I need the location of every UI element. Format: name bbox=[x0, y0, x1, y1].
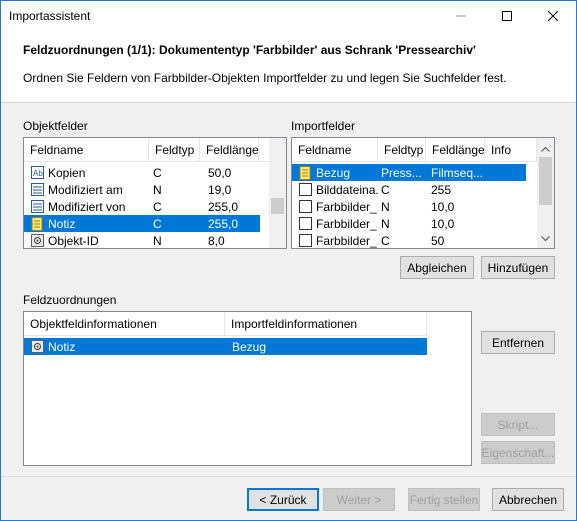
list-item[interactable]: Ab Kopien C 50,0 bbox=[24, 164, 269, 181]
list-item[interactable]: Farbbilder_... C 50 bbox=[292, 232, 537, 248]
minimize-button[interactable] bbox=[438, 1, 484, 31]
objektfelder-list[interactable]: Feldname Feldtyp Feldlänge Ab Kopien C 5… bbox=[23, 137, 287, 249]
list-item[interactable]: Farbbilder_... N 10,0 bbox=[292, 198, 537, 215]
date-field-icon bbox=[30, 200, 44, 214]
svg-text:Ab: Ab bbox=[33, 169, 43, 178]
cancel-button[interactable]: Abbrechen bbox=[492, 488, 564, 511]
col-importfeldinformationen[interactable]: Importfeldinformationen bbox=[225, 312, 427, 336]
id-field-icon bbox=[30, 234, 44, 248]
col-objektfeldinformationen[interactable]: Objektfeldinformationen bbox=[24, 312, 225, 336]
list-item[interactable]: Farbbilder_... N 10,0 bbox=[292, 215, 537, 232]
entfernen-button[interactable]: Entfernen bbox=[481, 331, 555, 354]
date-field-icon bbox=[30, 183, 44, 197]
objektfelder-scrollbar[interactable] bbox=[269, 138, 286, 248]
col-feldname[interactable]: Feldname bbox=[292, 138, 378, 162]
minimize-icon bbox=[456, 15, 466, 17]
eigenschaften-button[interactable]: Eigenschaft... bbox=[481, 441, 555, 464]
list-item[interactable]: Objekt-ID N 8,0 bbox=[24, 232, 269, 248]
feldzuordnungen-header: Objektfeldinformationen Importfeldinform… bbox=[24, 312, 427, 336]
list-item[interactable]: Bilddateina... C 255 bbox=[292, 181, 537, 198]
chevron-up-icon bbox=[541, 146, 550, 152]
import-wizard-window: Importassistent Feldzuordnungen (1/1): D… bbox=[0, 0, 577, 521]
feldzuordnungen-list[interactable]: Objektfeldinformationen Importfeldinform… bbox=[23, 311, 472, 466]
list-item[interactable]: Modifiziert am N 19,0 bbox=[24, 181, 269, 198]
list-item-selected[interactable]: Bezug Press... Filmseq... bbox=[292, 164, 526, 181]
col-feldlaenge[interactable]: Feldlänge bbox=[426, 138, 485, 162]
id-field-icon bbox=[30, 340, 44, 354]
importfelder-list[interactable]: Feldname Feldtyp Feldlänge Info Bezug Pr… bbox=[291, 137, 555, 249]
scrollbar-thumb[interactable] bbox=[271, 198, 284, 214]
maximize-icon bbox=[502, 11, 512, 21]
feldzuordnungen-label: Feldzuordnungen bbox=[23, 293, 117, 307]
hinzufuegen-button[interactable]: Hinzufügen bbox=[481, 256, 555, 279]
scroll-down-button[interactable] bbox=[537, 230, 554, 247]
chevron-down-icon bbox=[541, 235, 550, 241]
scrollbar-thumb[interactable] bbox=[539, 157, 552, 205]
col-feldtyp[interactable]: Feldtyp bbox=[378, 138, 426, 162]
close-icon bbox=[548, 11, 558, 21]
next-button[interactable]: Weiter > bbox=[323, 488, 395, 511]
col-feldlaenge[interactable]: Feldlänge bbox=[200, 138, 259, 162]
list-item-selected[interactable]: Notiz C 255,0 bbox=[24, 215, 260, 232]
maximize-button[interactable] bbox=[484, 1, 530, 31]
col-feldtyp[interactable]: Feldtyp bbox=[149, 138, 200, 162]
objektfelder-label: Objektfelder bbox=[23, 119, 88, 133]
footer-divider bbox=[1, 476, 576, 477]
abgleichen-button[interactable]: Abgleichen bbox=[400, 256, 474, 279]
checkbox-icon[interactable] bbox=[298, 217, 312, 231]
skript-button[interactable]: Skript... bbox=[481, 413, 555, 436]
checkbox-icon[interactable] bbox=[298, 200, 312, 214]
page-title: Feldzuordnungen (1/1): Dokumententyp 'Fa… bbox=[23, 43, 476, 57]
checkbox-icon[interactable] bbox=[298, 234, 312, 248]
mapping-row-selected[interactable]: Notiz Bezug bbox=[24, 338, 427, 355]
scroll-up-button[interactable] bbox=[537, 140, 554, 157]
back-button[interactable]: < Zurück bbox=[247, 488, 319, 511]
col-info[interactable]: Info bbox=[485, 138, 537, 162]
title-bar: Importassistent bbox=[1, 1, 576, 31]
text-field-icon: Ab bbox=[30, 166, 44, 180]
importfelder-label: Importfelder bbox=[291, 119, 356, 133]
importfelder-scrollbar[interactable] bbox=[537, 138, 554, 248]
importfelder-header: Feldname Feldtyp Feldlänge Info bbox=[292, 138, 537, 162]
list-item[interactable]: Modifiziert von C 255,0 bbox=[24, 198, 269, 215]
close-button[interactable] bbox=[530, 1, 576, 31]
col-feldname[interactable]: Feldname bbox=[24, 138, 149, 162]
note-icon bbox=[298, 165, 312, 180]
window-title: Importassistent bbox=[9, 9, 91, 23]
note-icon bbox=[30, 216, 44, 231]
page-description: Ordnen Sie Feldern von Farbbilder-Objekt… bbox=[23, 71, 507, 85]
finish-button[interactable]: Fertig stellen bbox=[408, 488, 480, 511]
checkbox-icon[interactable] bbox=[298, 183, 312, 197]
wizard-header: Feldzuordnungen (1/1): Dokumententyp 'Fa… bbox=[1, 31, 576, 103]
objektfelder-header: Feldname Feldtyp Feldlänge bbox=[24, 138, 269, 162]
